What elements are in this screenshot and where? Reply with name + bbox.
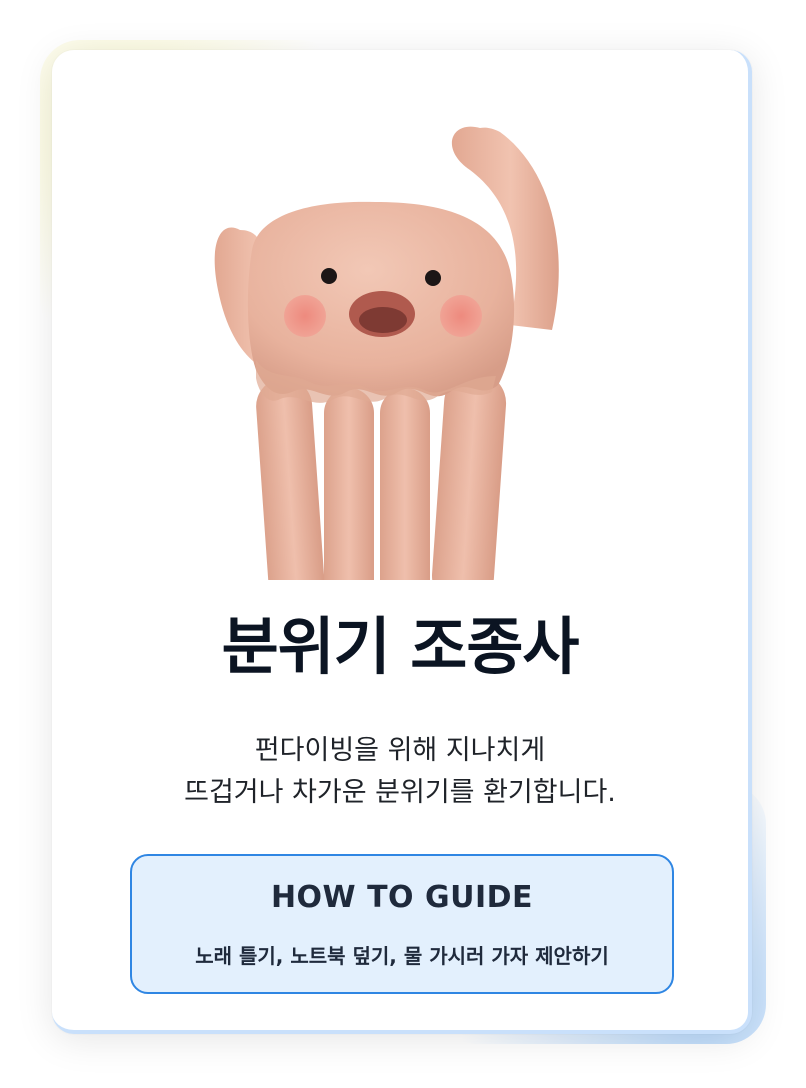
leg-3 — [380, 388, 430, 580]
leg-4 — [432, 372, 507, 580]
how-to-guide-box: HOW TO GUIDE 노래 틀기, 노트북 덮기, 물 가시러 가자 제안하… — [130, 854, 674, 994]
mood-card: 분위기 조종사 펀다이빙을 위해 지나치게 뜨겁거나 차가운 분위기를 환기합니… — [52, 50, 752, 1034]
left-eye — [321, 268, 337, 284]
description-line-1: 펀다이빙을 위해 지나치게 — [254, 735, 546, 766]
card-title: 분위기 조종사 — [221, 610, 580, 683]
card-description: 펀다이빙을 위해 지나치게 뜨겁거나 차가운 분위기를 환기합니다. — [52, 730, 748, 814]
guide-title: HOW TO GUIDE — [270, 880, 534, 915]
mouth-inner — [359, 307, 407, 333]
leg-2 — [324, 388, 374, 580]
right-cheek — [440, 295, 482, 337]
page: 분위기 조종사 펀다이빙을 위해 지나치게 뜨겁거나 차가운 분위기를 환기합니… — [0, 0, 806, 1088]
guide-subtitle: 노래 틀기, 노트북 덮기, 물 가시러 가자 제안하기 — [195, 944, 609, 968]
leg-1 — [256, 378, 325, 580]
right-eye — [425, 270, 441, 286]
left-cheek — [284, 295, 326, 337]
jellyfish-character-illustration — [214, 126, 559, 580]
description-line-2: 뜨겁거나 차가운 분위기를 환기합니다. — [184, 776, 616, 808]
